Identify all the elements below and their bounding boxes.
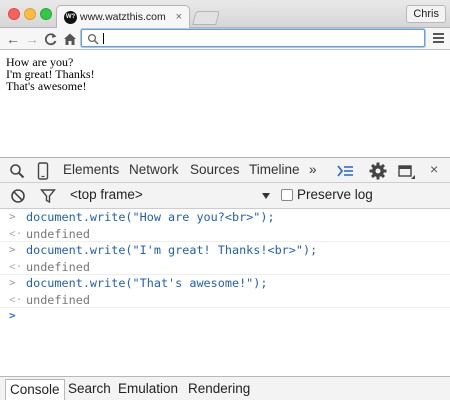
tab-timeline[interactable]: Timeline	[249, 162, 300, 177]
console-command: > document.write("That's awesome!");	[0, 275, 450, 292]
console-command: > document.write("How are you?<br>");	[0, 209, 450, 226]
home-icon	[64, 33, 76, 45]
back-button[interactable]: ←	[5, 30, 21, 48]
page-line: That's awesome!	[6, 79, 87, 93]
console-filter-bar: <top frame> Preserve log	[0, 183, 450, 209]
address-input[interactable]	[102, 31, 420, 45]
result-arrow-icon: <·	[9, 259, 23, 273]
command-text: document.write("How are you?<br>");	[26, 210, 275, 224]
tab-network[interactable]: Network	[129, 162, 179, 177]
clear-console-icon[interactable]	[10, 188, 26, 204]
drawer-tab-search[interactable]: Search	[64, 379, 115, 400]
preserve-log-checkbox[interactable]	[281, 189, 293, 201]
input-chevron-icon: >	[9, 276, 16, 289]
console-prompt[interactable]: >	[0, 308, 450, 325]
browser-toolbar: ← →	[0, 28, 450, 50]
console-result: <· undefined	[0, 259, 450, 275]
forward-button[interactable]: →	[24, 30, 40, 48]
console-result: <· undefined	[0, 226, 450, 242]
console-result: <· undefined	[0, 292, 450, 308]
home-button[interactable]	[62, 30, 78, 48]
devtools-tab-bar: Elements Network Sources Timeline » ×	[0, 157, 450, 183]
menu-bar	[433, 37, 444, 39]
preserve-log-label: Preserve log	[297, 187, 373, 202]
drawer-tab-console[interactable]: Console	[5, 379, 65, 400]
more-tabs-button[interactable]: »	[309, 162, 317, 177]
result-text: undefined	[26, 259, 90, 274]
result-arrow-icon: <·	[9, 292, 23, 306]
console-output[interactable]: > document.write("How are you?<br>"); <·…	[0, 209, 450, 376]
filter-icon[interactable]	[40, 188, 56, 204]
drawer-tab-bar: Console Search Emulation Rendering	[0, 376, 450, 400]
inspect-icon[interactable]	[9, 163, 25, 179]
command-text: document.write("That's awesome!");	[26, 276, 268, 290]
text-caret	[103, 33, 104, 44]
prompt-chevron-icon: >	[9, 309, 16, 322]
menu-bar	[433, 41, 444, 43]
input-chevron-icon: >	[9, 210, 16, 223]
device-mode-icon[interactable]	[37, 162, 49, 180]
search-icon	[87, 33, 99, 45]
close-devtools-button[interactable]: ×	[430, 161, 438, 177]
command-text: document.write("I'm great! Thanks!<br>")…	[26, 243, 318, 257]
profile-button[interactable]: Chris	[406, 5, 446, 23]
favicon-icon: W?	[64, 11, 77, 24]
title-bar: W? www.watzthis.com × Chris	[0, 0, 450, 29]
reload-icon	[44, 33, 57, 46]
tab-sources[interactable]: Sources	[190, 162, 240, 177]
zoom-window-button[interactable]	[40, 8, 52, 20]
drawer-tab-rendering[interactable]: Rendering	[184, 379, 254, 400]
input-chevron-icon: >	[9, 243, 16, 256]
new-tab-button[interactable]	[192, 11, 220, 25]
drawer-tab-emulation[interactable]: Emulation	[114, 379, 182, 400]
address-bar[interactable]	[81, 29, 425, 47]
settings-gear-icon[interactable]	[369, 162, 387, 180]
menu-bar	[433, 33, 444, 35]
tab-elements[interactable]: Elements	[63, 162, 119, 177]
frame-selector[interactable]: <top frame>	[70, 187, 143, 202]
result-arrow-icon: <·	[9, 226, 23, 240]
chevron-down-icon[interactable]	[262, 193, 270, 199]
console-drawer-icon[interactable]	[336, 163, 354, 179]
close-window-button[interactable]	[8, 8, 20, 20]
minimize-window-button[interactable]	[24, 8, 36, 20]
page-content: How are you? I'm great! Thanks! That's a…	[0, 51, 450, 157]
close-tab-icon[interactable]: ×	[176, 10, 182, 24]
browser-tab[interactable]: W? www.watzthis.com ×	[56, 5, 190, 29]
result-text: undefined	[26, 226, 90, 241]
console-command: > document.write("I'm great! Thanks!<br>…	[0, 242, 450, 259]
tab-title: www.watzthis.com	[80, 11, 166, 23]
reload-button[interactable]	[43, 30, 59, 48]
dock-side-icon[interactable]	[398, 163, 416, 181]
menu-button[interactable]	[433, 33, 444, 43]
result-text: undefined	[26, 292, 90, 307]
